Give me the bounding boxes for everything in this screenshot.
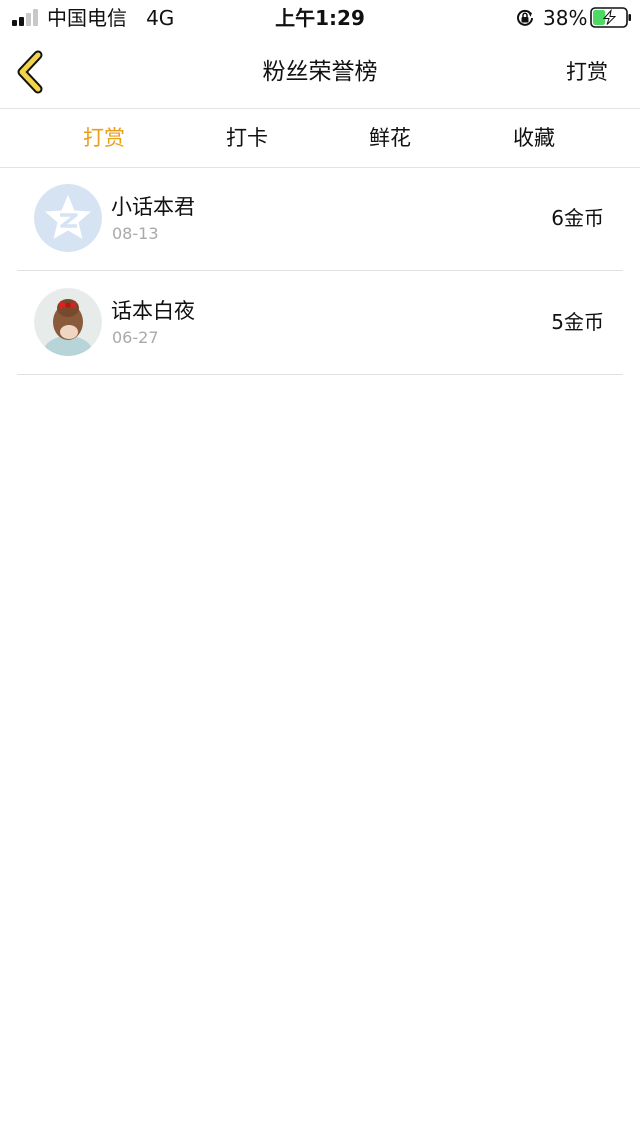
coin-amount: 6金币 (551, 206, 604, 230)
tab-checkin[interactable]: 打卡 (197, 123, 297, 153)
qzone-default-avatar (34, 184, 102, 252)
list-item[interactable]: 小话本君 08-13 6金币 (17, 167, 623, 271)
tip-date: 06-27 (112, 328, 159, 347)
tab-bar: 打赏 打卡 鲜花 收藏 (0, 109, 640, 168)
fan-ranking-list: 小话本君 08-13 6金币 话本白夜 06-27 5金币 (17, 167, 623, 375)
girl-photo-avatar (34, 288, 102, 356)
avatar[interactable] (34, 184, 102, 252)
avatar[interactable] (34, 288, 102, 356)
user-name: 小话本君 (111, 195, 195, 219)
user-name: 话本白夜 (111, 299, 195, 323)
tab-tip[interactable]: 打赏 (54, 123, 154, 153)
tab-flowers[interactable]: 鲜花 (340, 123, 440, 153)
nav-bar: 粉丝荣誉榜 打赏 (0, 36, 640, 109)
coin-amount: 5金币 (551, 310, 604, 334)
tab-favorites[interactable]: 收藏 (484, 123, 584, 153)
tip-date: 08-13 (112, 224, 159, 243)
battery-percent: 38% (543, 6, 588, 30)
page-title: 粉丝荣誉榜 (262, 59, 378, 85)
status-bar: 中国电信 4G 上午1:29 38% (0, 0, 640, 36)
list-item[interactable]: 话本白夜 06-27 5金币 (17, 271, 623, 375)
battery-charging-icon (590, 7, 631, 28)
tip-action-button[interactable]: 打赏 (566, 56, 608, 88)
rotation-lock-icon (517, 9, 533, 26)
